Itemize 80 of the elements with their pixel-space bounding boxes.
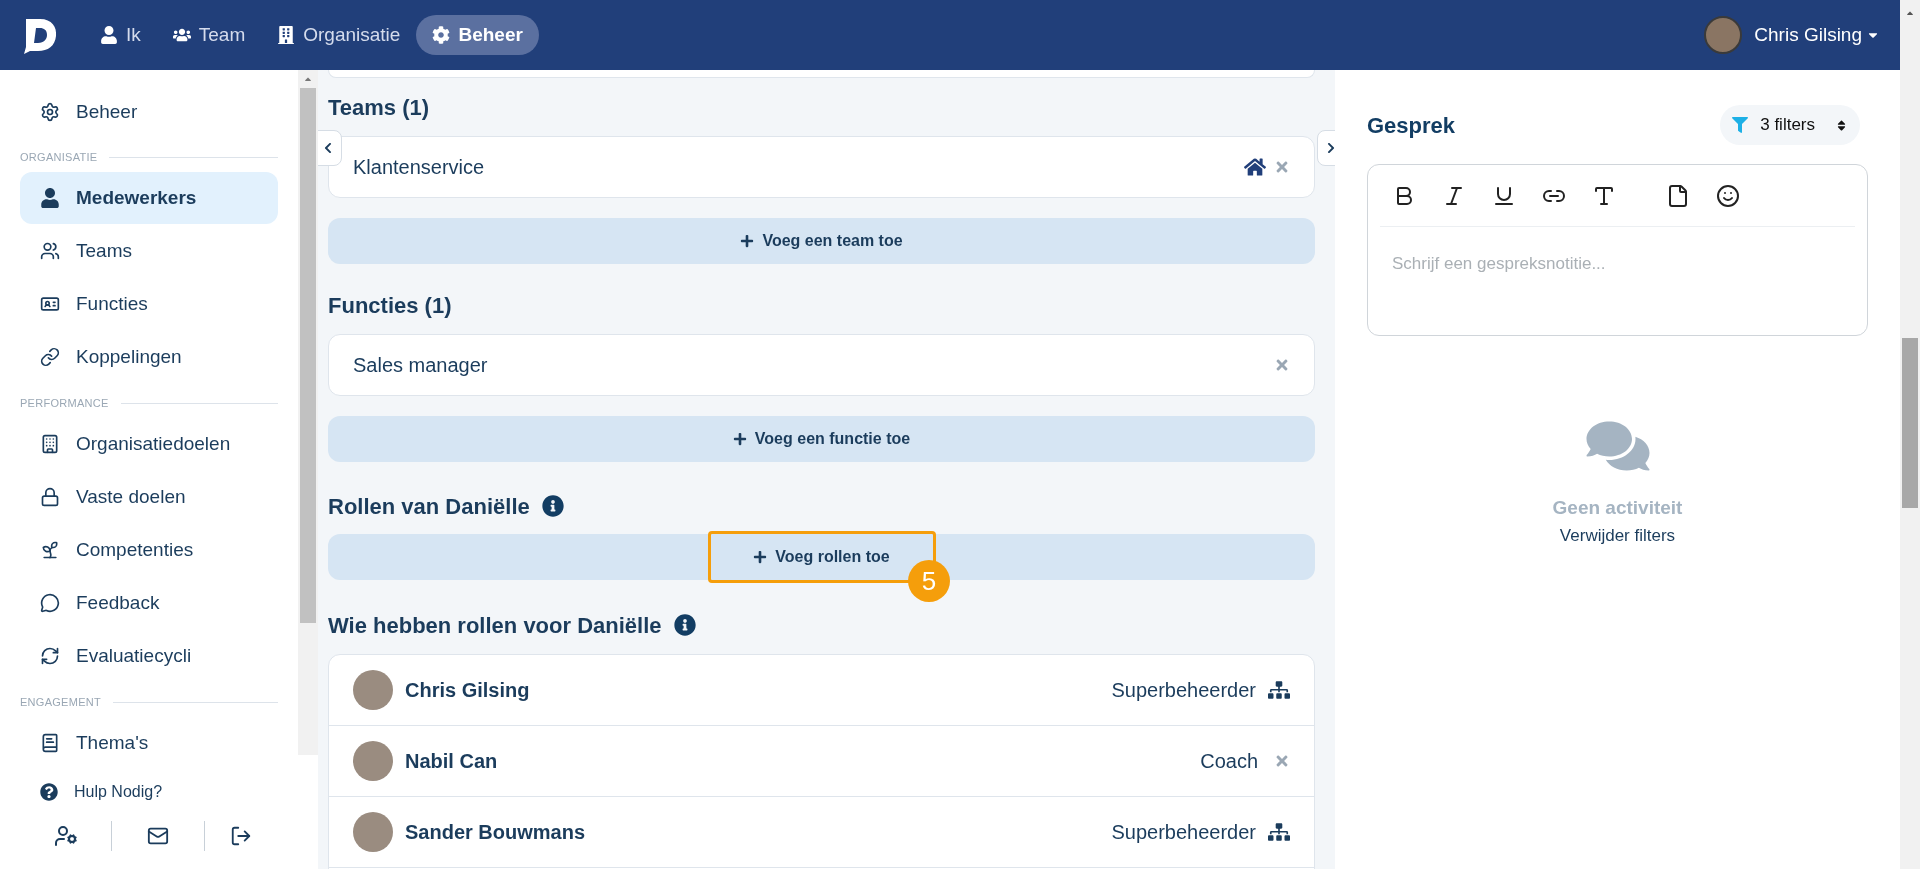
role-name: Superbeheerder [1111, 678, 1256, 703]
user-icon [100, 26, 118, 44]
chevron-left-icon [322, 142, 334, 154]
mail-icon [147, 825, 170, 847]
sidebar-item[interactable]: Organisatiedoelen [20, 418, 278, 470]
sidebar-item[interactable]: Vaste doelen [20, 471, 278, 523]
section-label: PERFORMANCE [20, 395, 109, 411]
scrollbar-thumb[interactable] [300, 88, 316, 623]
chevron-right-icon [1325, 142, 1335, 154]
sidebar-item[interactable]: Evaluatiecycli [20, 630, 278, 682]
empty-title: Geen activiteit [1552, 496, 1683, 520]
help-icon [40, 783, 58, 801]
users-icon [40, 241, 60, 261]
sidebar-item[interactable]: Feedback [20, 577, 278, 629]
logout-icon [230, 825, 253, 847]
sprout-icon [40, 540, 60, 560]
sidebar-item[interactable]: Teams [20, 225, 278, 277]
avatar [353, 812, 393, 852]
section-title: Rollen van Daniëlle [328, 492, 530, 521]
smiley-icon [1716, 183, 1740, 208]
section-title: Functies (1) [328, 291, 452, 320]
refresh-icon [40, 646, 60, 666]
avatar [1704, 16, 1743, 54]
settings-icon [432, 26, 451, 44]
avatar [353, 670, 393, 710]
building-icon [40, 434, 60, 454]
smiley-button[interactable] [1716, 183, 1740, 208]
filter-dropdown[interactable]: 3 filters [1720, 105, 1860, 145]
sidebar-item[interactable]: Medewerkers [20, 172, 278, 224]
book-icon [40, 733, 60, 753]
item-name: Sales manager [353, 353, 489, 378]
section-title: Teams (1) [328, 93, 430, 122]
person-name: Sander Bouwmans [405, 820, 587, 845]
role-name: Coach [1200, 749, 1258, 774]
sidebar-item[interactable]: Thema's [20, 717, 278, 769]
speech-bubble-icon [40, 593, 60, 613]
users-icon [172, 26, 191, 44]
user-icon [40, 188, 60, 208]
file-button[interactable] [1666, 183, 1690, 208]
sidebar-item[interactable]: Functies [20, 278, 278, 330]
sidebar-item[interactable]: Competenties [20, 524, 278, 576]
lock-icon [40, 487, 60, 507]
hierarchy-icon [1268, 679, 1290, 701]
sidebar-item[interactable]: Beheer [20, 86, 278, 138]
info-icon[interactable] [673, 614, 696, 636]
scrollbar-thumb[interactable] [1902, 338, 1918, 508]
person-name: Chris Gilsing [405, 678, 531, 703]
avatar [353, 741, 393, 781]
file-icon [1666, 183, 1690, 208]
hierarchy-icon [1268, 821, 1290, 843]
user-menu[interactable]: Chris Gilsing [1704, 16, 1880, 54]
nav-tab[interactable]: Ik [84, 15, 157, 55]
section-label: ENGAGEMENT [20, 694, 101, 710]
nav-tab[interactable]: Team [156, 15, 262, 55]
info-icon[interactable] [541, 495, 564, 517]
panel-title: Gesprek [1367, 111, 1456, 140]
help-link[interactable]: Hulp Nodig? [20, 770, 278, 814]
plus-icon [753, 550, 768, 564]
role-name: Superbeheerder [1111, 820, 1256, 845]
plus-icon [740, 234, 755, 248]
sidebar-item[interactable]: Koppelingen [20, 331, 278, 383]
note-input[interactable]: Schrijf een gespreksnotitie... [1392, 251, 1843, 277]
remove-filters-link[interactable]: Verwijder filters [1559, 522, 1676, 548]
nav-tab[interactable]: Beheer [416, 15, 539, 55]
building-icon [277, 26, 296, 44]
nav-tab[interactable]: Organisatie [261, 15, 417, 55]
add-button[interactable]: Voeg een team toe [328, 218, 1315, 264]
id-card-icon [40, 294, 60, 314]
link-icon [40, 347, 60, 367]
person-name: Nabil Can [405, 749, 499, 774]
plus-icon [732, 432, 747, 446]
sort-icon [1835, 118, 1848, 132]
settings-icon [40, 102, 60, 122]
section-label: ORGANISATIE [20, 149, 98, 165]
step-badge: 5 [908, 560, 950, 602]
filter-icon [1732, 117, 1749, 133]
user-settings-icon [53, 824, 78, 848]
add-button[interactable]: Voeg een functie toe [328, 416, 1315, 462]
item-name: Klantenservice [353, 155, 486, 180]
section-title: Wie hebben rollen voor Daniëlle [328, 611, 662, 640]
